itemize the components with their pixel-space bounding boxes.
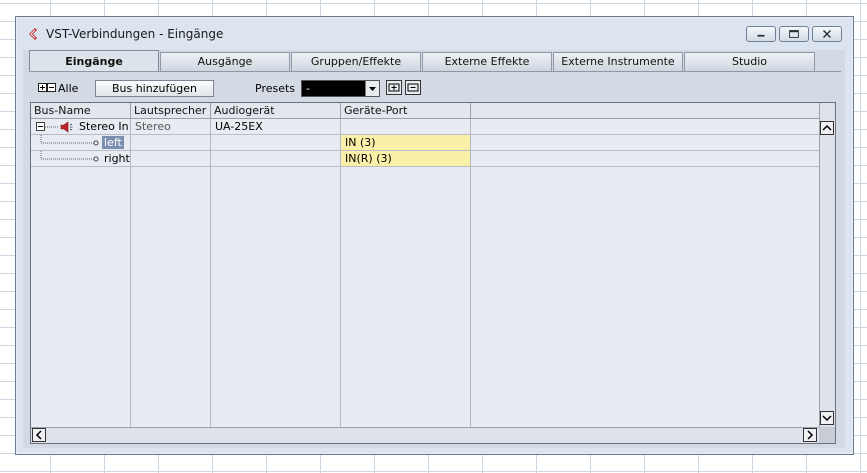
bus-name-cell: Stereo In xyxy=(79,120,129,133)
close-icon xyxy=(823,30,831,38)
close-button[interactable] xyxy=(812,26,842,42)
tab-outputs[interactable]: Ausgänge xyxy=(160,52,290,71)
chevron-down-icon[interactable] xyxy=(365,81,379,96)
tree-connector xyxy=(40,151,99,162)
bus-name-cell[interactable]: right xyxy=(104,151,130,166)
chevron-left-icon xyxy=(35,430,42,440)
scroll-left-button[interactable] xyxy=(32,428,46,442)
collapse-node-icon[interactable] xyxy=(36,122,45,131)
col-bus-name[interactable]: Bus-Name xyxy=(31,103,131,118)
toolbar: Alle Bus hinzufügen Presets - xyxy=(23,76,845,102)
tab-divider xyxy=(29,71,841,72)
device-port-cell[interactable]: IN (3) xyxy=(345,135,376,150)
speaker-icon xyxy=(60,121,73,133)
chevron-up-icon xyxy=(822,124,832,131)
col-speaker[interactable]: Lautsprecher xyxy=(131,103,211,118)
all-label: Alle xyxy=(58,82,79,95)
tab-groups-effects[interactable]: Gruppen/Effekte xyxy=(291,52,421,71)
presets-label: Presets xyxy=(255,82,296,95)
bus-name-cell[interactable]: left xyxy=(102,135,124,150)
save-preset-icon[interactable] xyxy=(386,80,402,95)
title-bar[interactable]: VST-Verbindungen - Eingänge xyxy=(16,17,853,49)
scroll-corner xyxy=(819,427,835,443)
tree-connector xyxy=(45,126,59,128)
table-row[interactable]: left IN (3) xyxy=(31,135,819,151)
collapse-all-icon[interactable] xyxy=(47,83,56,92)
scroll-down-button[interactable] xyxy=(820,411,834,425)
vst-connections-window: VST-Verbindungen - Eingänge Eingänge Aus… xyxy=(15,16,854,455)
speaker-cell[interactable]: Stereo xyxy=(135,119,171,134)
minimize-button[interactable] xyxy=(746,26,776,42)
tab-bar: Eingänge Ausgänge Gruppen/Effekte Extern… xyxy=(29,50,841,72)
content-panel: Eingänge Ausgänge Gruppen/Effekte Extern… xyxy=(23,50,845,448)
maximize-button[interactable] xyxy=(779,26,809,42)
scroll-up-button[interactable] xyxy=(820,121,834,135)
presets-dropdown[interactable]: - xyxy=(301,80,380,97)
chevron-right-icon xyxy=(807,430,814,440)
tab-inputs[interactable]: Eingänge xyxy=(29,50,159,72)
minimize-icon xyxy=(757,34,765,37)
tab-external-effects[interactable]: Externe Effekte xyxy=(422,52,552,71)
col-extra xyxy=(471,103,819,118)
tab-studio[interactable]: Studio xyxy=(684,52,815,71)
window-title: VST-Verbindungen - Eingänge xyxy=(46,27,224,41)
expand-all-icon[interactable] xyxy=(38,83,47,92)
col-audio-device[interactable]: Audiogerät xyxy=(211,103,341,118)
add-bus-button[interactable]: Bus hinzufügen xyxy=(95,80,214,97)
table-row[interactable]: Stereo In Stereo UA-25EX xyxy=(31,119,819,135)
bus-table: Bus-Name Lautsprecher Audiogerät Geräte-… xyxy=(30,102,836,444)
table-row[interactable]: right IN(R) (3) xyxy=(31,151,819,167)
chevron-down-icon xyxy=(822,415,832,422)
horizontal-scrollbar[interactable] xyxy=(31,427,819,443)
delete-preset-icon[interactable] xyxy=(405,80,421,95)
device-port-cell[interactable]: IN(R) (3) xyxy=(345,151,392,166)
vertical-scrollbar[interactable] xyxy=(819,103,835,427)
audio-device-cell[interactable]: UA-25EX xyxy=(215,119,263,134)
col-device-port[interactable]: Geräte-Port xyxy=(341,103,471,118)
channel-name-selected[interactable]: left xyxy=(102,136,124,149)
cubase-logo-icon xyxy=(29,28,37,40)
table-header: Bus-Name Lautsprecher Audiogerät Geräte-… xyxy=(31,103,819,119)
maximize-icon xyxy=(789,30,799,38)
presets-value: - xyxy=(306,82,310,95)
tree-connector xyxy=(40,135,99,146)
tab-external-instruments[interactable]: Externe Instrumente xyxy=(553,52,683,71)
scroll-right-button[interactable] xyxy=(803,428,817,442)
